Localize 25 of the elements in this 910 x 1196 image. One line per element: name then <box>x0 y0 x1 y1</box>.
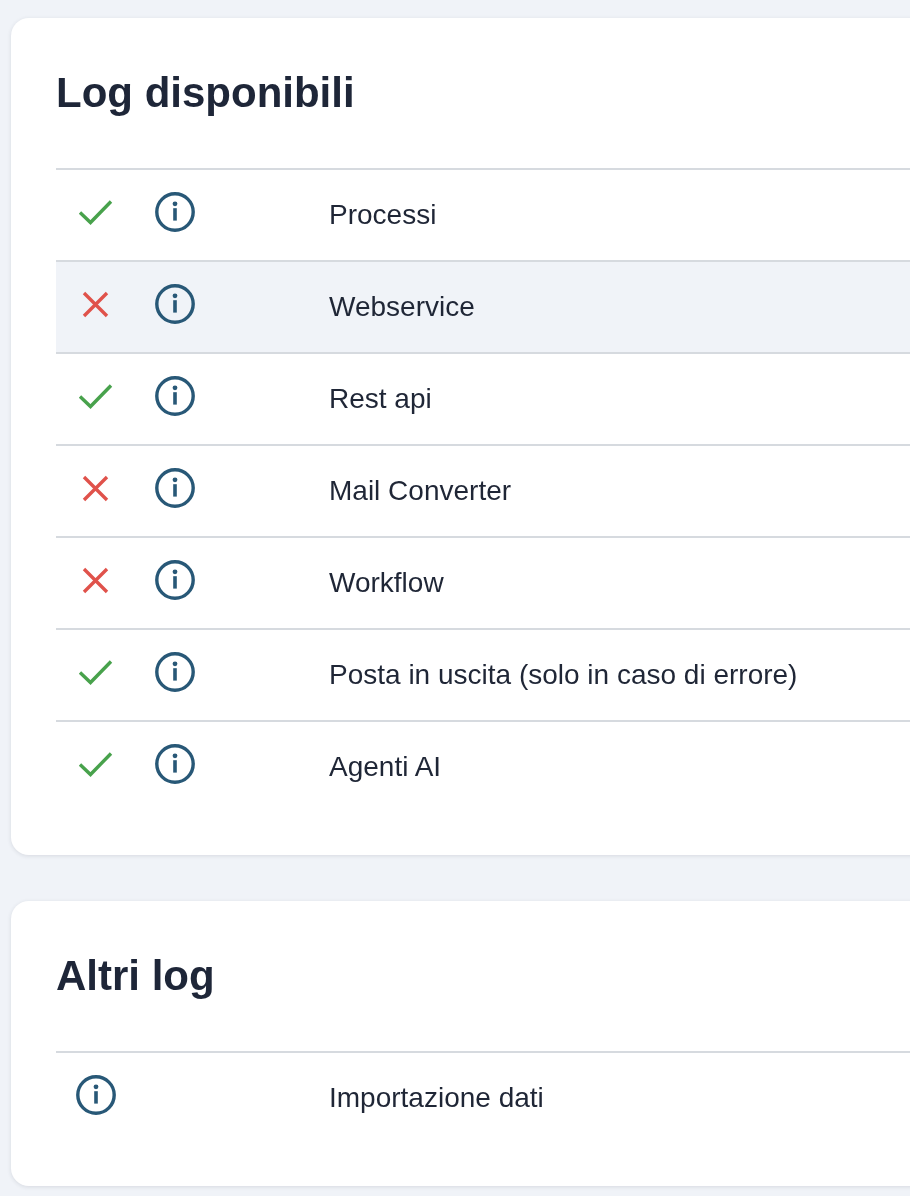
log-row[interactable]: Webservice <box>56 260 910 352</box>
section-title: Log disponibili <box>56 68 355 118</box>
log-row[interactable]: Workflow <box>56 536 910 628</box>
log-row[interactable]: Agenti AI <box>56 720 910 812</box>
log-row[interactable]: Mail Converter <box>56 444 910 536</box>
log-name: Webservice <box>329 290 475 324</box>
log-row[interactable]: Importazione dati <box>56 1051 910 1143</box>
info-icon[interactable] <box>155 192 195 232</box>
section-title: Altri log <box>56 951 215 1001</box>
info-icon[interactable] <box>155 468 195 508</box>
info-icon[interactable] <box>155 376 195 416</box>
log-row[interactable]: Posta in uscita (solo in caso di errore) <box>56 628 910 720</box>
log-name: Processi <box>329 198 437 232</box>
log-name: Importazione dati <box>329 1081 544 1115</box>
log-name: Mail Converter <box>329 474 512 508</box>
log-name: Rest api <box>329 382 432 416</box>
info-icon[interactable] <box>155 744 195 784</box>
log-row[interactable]: Rest api <box>56 352 910 444</box>
info-icon[interactable] <box>75 1075 116 1115</box>
log-name: Posta in uscita (solo in caso di errore) <box>329 658 798 692</box>
info-icon[interactable] <box>155 560 195 600</box>
log-name: Agenti AI <box>329 750 442 784</box>
info-icon[interactable] <box>155 652 195 692</box>
log-name: Workflow <box>329 566 444 600</box>
info-icon[interactable] <box>155 284 195 324</box>
